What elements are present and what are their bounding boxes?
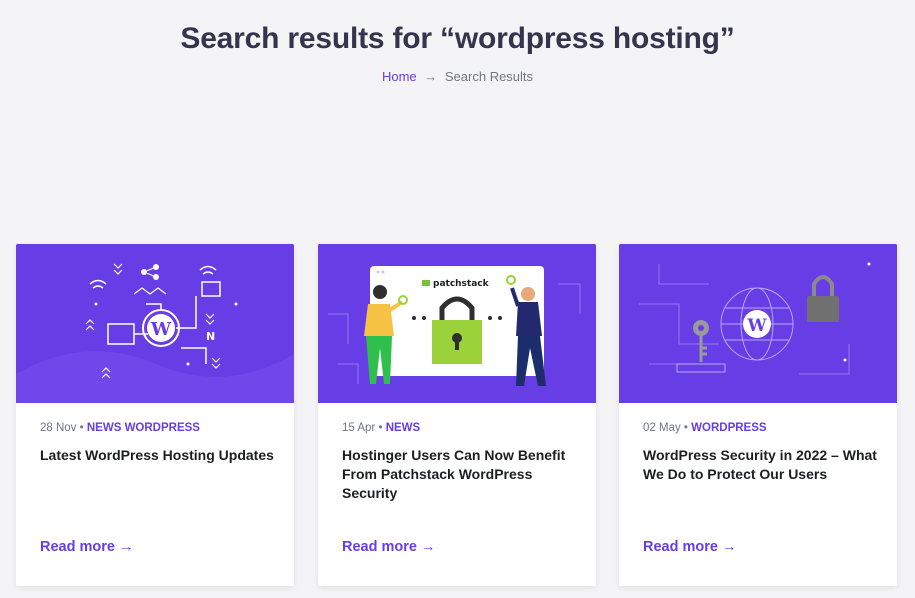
read-more-link[interactable]: Read more → [643,539,736,555]
card-date: 15 Apr [342,422,376,434]
card-meta: 15 Apr • NEWS [342,422,420,434]
arrow-right-icon: → [721,539,737,555]
card-category-link[interactable]: WORDPRESS [691,422,766,434]
wordpress-globe-lock-illustration: W [619,244,897,403]
card-title[interactable]: WordPress Security in 2022 – What We Do … [643,446,883,484]
card-date: 28 Nov [40,422,77,434]
card-title[interactable]: Latest WordPress Hosting Updates [40,446,280,465]
meta-bullet: • [79,422,84,434]
read-more-label: Read more [643,539,718,555]
arrow-right-icon: → [118,539,134,555]
card-date: 02 May [643,422,681,434]
results-grid: W N 28 Nov • NEWS WORDPRESS Latest WordP… [16,244,898,586]
svg-text:W: W [150,319,172,340]
arrow-right-icon: → [420,539,436,555]
card-category-link[interactable]: NEWS WORDPRESS [87,422,200,434]
read-more-label: Read more [342,539,417,555]
wordpress-network-illustration: W N [16,244,294,403]
svg-text:W: W [746,316,767,336]
page-title: Search results for “wordpress hosting” [180,22,735,55]
read-more-link[interactable]: Read more → [40,539,133,555]
svg-text:N: N [206,330,215,343]
patchstack-logo-text: patchstack [433,279,490,289]
meta-bullet: • [683,422,688,434]
card-title[interactable]: Hostinger Users Can Now Benefit From Pat… [342,446,582,503]
read-more-label: Read more [40,539,115,555]
breadcrumb-current: Search Results [444,69,534,84]
result-card[interactable]: W 02 May • WORDPRESS WordPress Security … [619,244,897,586]
breadcrumb: Home → Search Results [0,69,915,84]
breadcrumb-home-link[interactable]: Home [382,69,417,84]
result-card[interactable]: patchstack 15 Apr • NEWS Hostinger Users… [318,244,596,586]
result-card[interactable]: W N 28 Nov • NEWS WORDPRESS Latest WordP… [16,244,294,586]
meta-bullet: • [378,422,383,434]
card-category-link[interactable]: NEWS [386,422,421,434]
breadcrumb-separator: → [424,69,438,84]
card-meta: 02 May • WORDPRESS [643,422,767,434]
read-more-link[interactable]: Read more → [342,539,435,555]
patchstack-padlock-illustration: patchstack [318,244,596,403]
card-meta: 28 Nov • NEWS WORDPRESS [40,422,200,434]
